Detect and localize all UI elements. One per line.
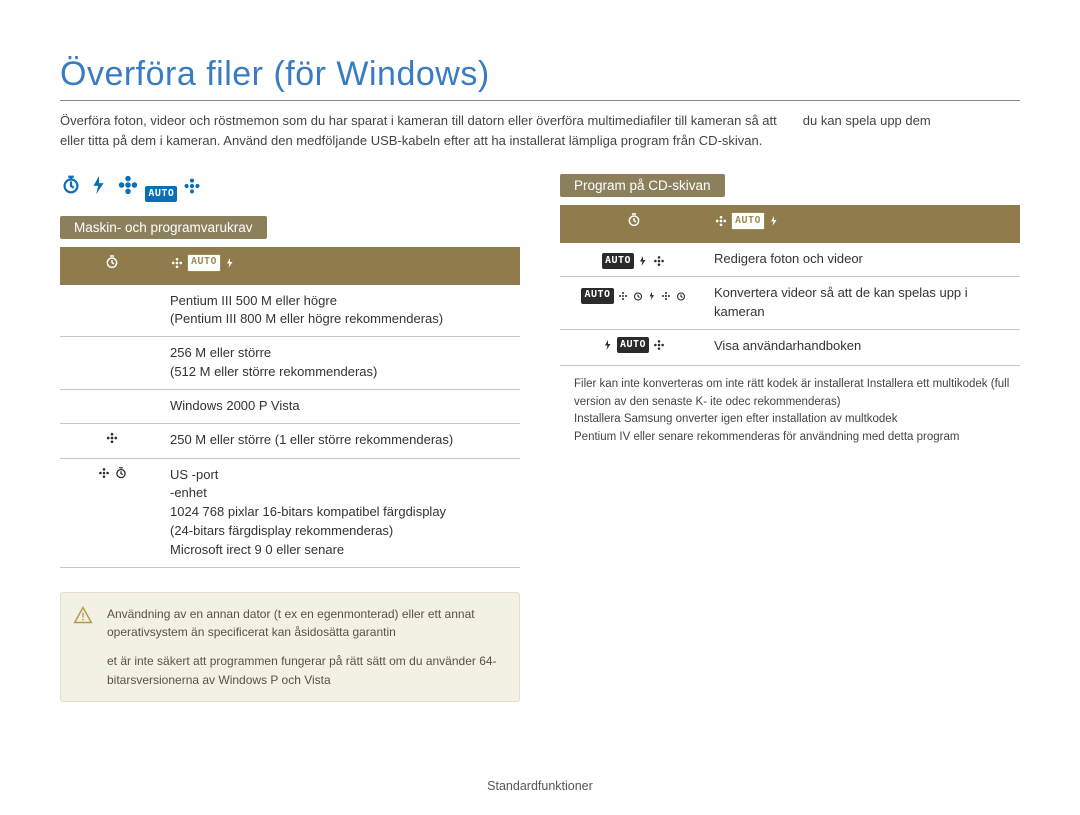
flower-icon: [617, 290, 629, 302]
flower-icon: [652, 254, 666, 268]
flash-icon: [768, 214, 780, 228]
icon-row: AUTO: [60, 174, 520, 202]
table-row: Windows 2000 P Vista: [60, 389, 520, 423]
table-row: AUTO Visa användarhandboken: [560, 329, 1020, 365]
programs-section-heading: Program på CD-skivan: [560, 174, 725, 197]
warning-note: Användning av en annan dator (t ex en eg…: [60, 592, 520, 702]
auto-badge: AUTO: [581, 288, 613, 304]
warning-icon: [73, 605, 93, 631]
flash-icon: [647, 290, 657, 302]
footer-text: Standardfunktioner: [0, 779, 1080, 793]
table-row: AUTO Konvertera videor så att de kan spe…: [560, 277, 1020, 330]
req-ram: 256 M eller större (512 M eller större r…: [164, 337, 520, 390]
timer-icon: [60, 174, 82, 196]
timer-icon: [632, 290, 644, 302]
intro-a: Överföra foton, videor och röstmemon som…: [60, 113, 777, 128]
intro-text: Överföra foton, videor och röstmemon som…: [60, 111, 1020, 150]
requirements-section-heading: Maskin- och programvarukrav: [60, 216, 267, 239]
auto-badge: AUTO: [731, 212, 765, 230]
req-cpu: Pentium III 500 M eller högre (Pentium I…: [164, 285, 520, 337]
req-os: Windows 2000 P Vista: [164, 389, 520, 423]
left-column: AUTO Maskin- och programvarukrav: [60, 174, 520, 702]
auto-badge: AUTO: [145, 186, 177, 202]
title-underline: [60, 100, 1020, 101]
flash-icon: [602, 338, 614, 352]
flower-icon: [182, 176, 202, 196]
prog-header-icon: [560, 205, 708, 243]
flower-icon: [714, 214, 728, 228]
flower-icon: [170, 256, 184, 270]
auto-badge: AUTO: [187, 254, 221, 272]
timer-icon: [675, 290, 687, 302]
flower-icon: [660, 290, 672, 302]
req-disk: 250 M eller större (1 eller större rekom…: [164, 423, 520, 458]
prog-convert: Konvertera videor så att de kan spelas u…: [708, 277, 1020, 330]
timer-icon: [626, 212, 642, 228]
flower-icon: [652, 338, 666, 352]
programs-table: AUTO AUTO: [560, 205, 1020, 366]
intro-c: eller titta på dem i kameran. Använd den…: [60, 133, 762, 148]
prog-manual: Visa användarhandboken: [708, 329, 1020, 365]
table-row: Pentium III 500 M eller högre (Pentium I…: [60, 285, 520, 337]
flower-icon: [117, 174, 139, 196]
flower-icon: [97, 466, 111, 480]
flower-icon: [105, 431, 119, 445]
note-p1: Användning av en annan dator (t ex en eg…: [107, 605, 505, 642]
table-row: 256 M eller större (512 M eller större r…: [60, 337, 520, 390]
prog-header-spec: AUTO: [708, 205, 1020, 243]
flash-icon: [637, 254, 649, 268]
req-header-icon: [60, 247, 164, 285]
table-row: 250 M eller större (1 eller större rekom…: [60, 423, 520, 458]
req-other: US -port -enhet 1024 768 pixlar 16-bitar…: [164, 458, 520, 567]
prog-edit: Redigera foton och videor: [708, 243, 1020, 277]
page-title: Överföra filer (för Windows): [60, 55, 1020, 94]
flash-icon: [224, 256, 236, 270]
timer-icon: [104, 254, 120, 270]
timer-icon: [114, 466, 128, 480]
table-row: AUTO Redigera foton och videor: [560, 243, 1020, 277]
note-p2: et är inte säkert att programmen fungera…: [107, 652, 505, 689]
flash-icon: [88, 174, 110, 196]
conversion-note: Filer kan inte konverteras om inte rätt …: [560, 376, 1020, 447]
intro-b: du kan spela upp dem: [803, 113, 931, 128]
table-row: US -port -enhet 1024 768 pixlar 16-bitar…: [60, 458, 520, 567]
requirements-table: AUTO Pentium III 500 M eller högre (Pent…: [60, 247, 520, 568]
auto-badge: AUTO: [602, 253, 634, 269]
right-column: Program på CD-skivan AUTO: [560, 174, 1020, 702]
req-header-spec: AUTO: [164, 247, 520, 285]
auto-badge: AUTO: [617, 337, 649, 353]
